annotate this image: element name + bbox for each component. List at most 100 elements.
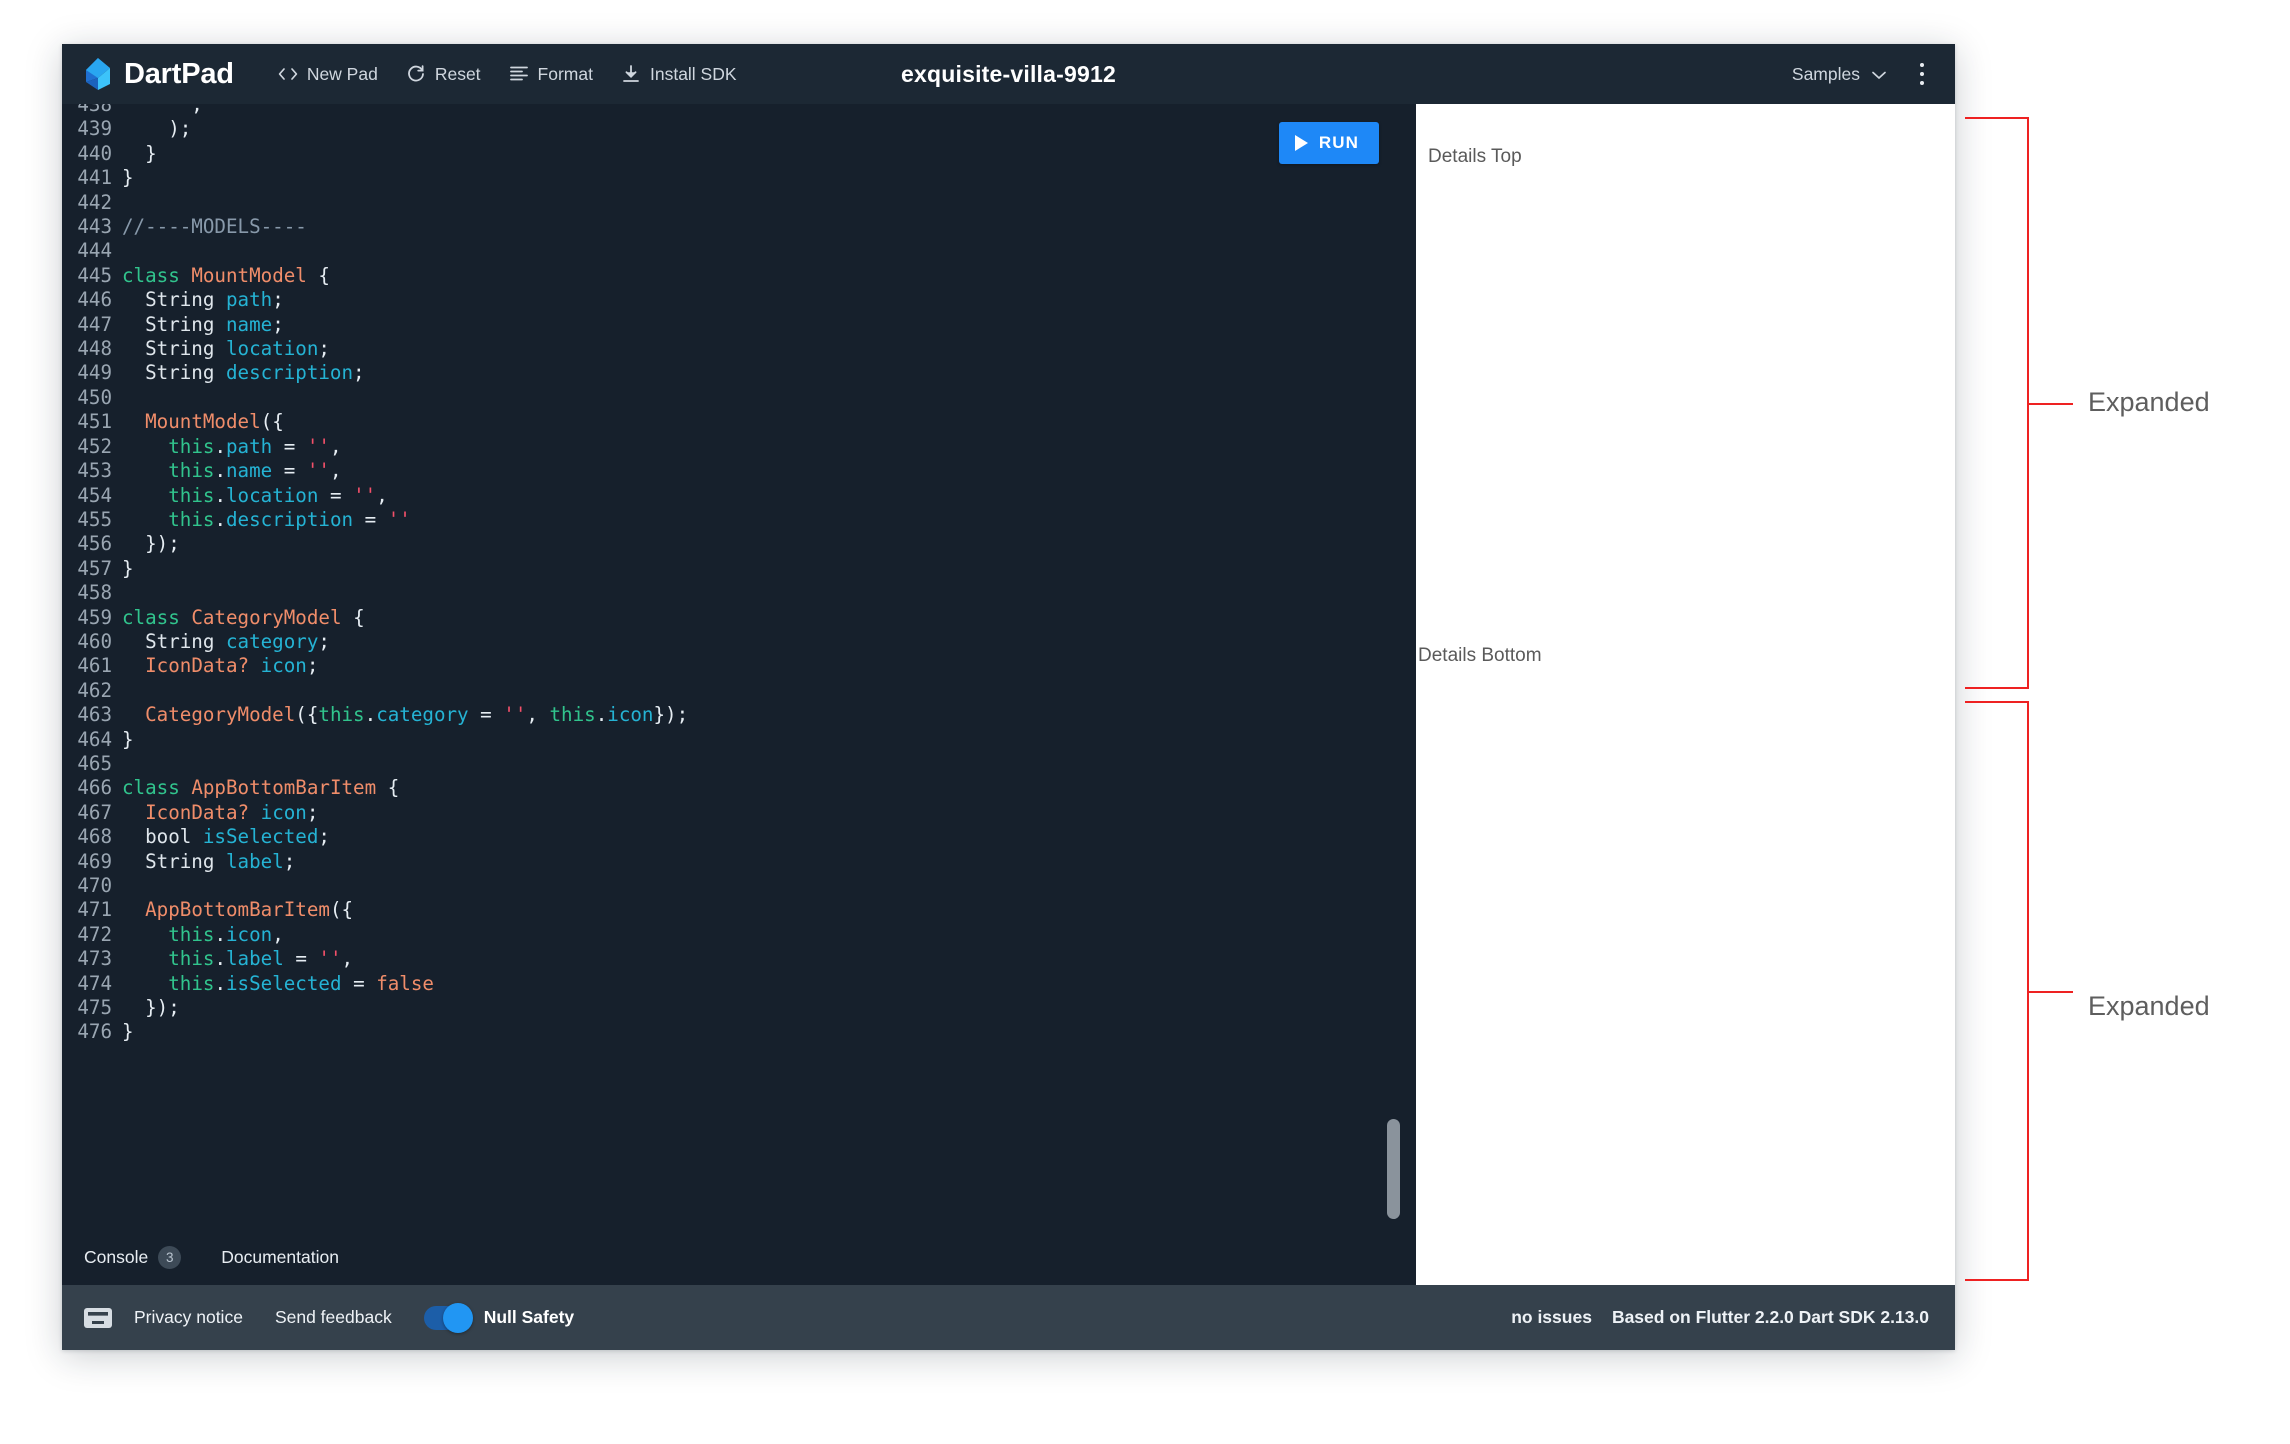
annotation-label-expanded-bottom: Expanded bbox=[2088, 991, 2210, 1021]
code-token: . bbox=[214, 483, 226, 507]
code-token: ({ bbox=[329, 898, 354, 922]
refresh-icon bbox=[406, 64, 426, 84]
code-line-text: this.description = '' bbox=[122, 508, 411, 532]
code-token: , bbox=[526, 703, 550, 727]
brand-title: DartPad bbox=[124, 57, 234, 90]
header-right-group: Samples bbox=[1778, 44, 1939, 104]
bracket-stem bbox=[2027, 991, 2073, 993]
code-line: 464} bbox=[62, 728, 1413, 752]
line-number: 467 bbox=[77, 800, 112, 824]
send-feedback-link[interactable]: Send feedback bbox=[259, 1307, 408, 1328]
code-line: 465 bbox=[62, 752, 1413, 776]
null-safety-toggle[interactable] bbox=[423, 1302, 473, 1333]
line-number: 438 bbox=[77, 104, 112, 116]
editor-vertical-scrollbar[interactable] bbox=[1387, 1119, 1400, 1219]
line-number: 454 bbox=[77, 483, 112, 507]
code-token: }); bbox=[122, 532, 180, 556]
tab-documentation[interactable]: Documentation bbox=[201, 1229, 359, 1285]
line-number: 464 bbox=[77, 727, 112, 751]
run-button[interactable]: RUN bbox=[1278, 122, 1379, 164]
code-token: ({ bbox=[260, 410, 284, 434]
code-token: this bbox=[168, 434, 215, 458]
code-line: 450 bbox=[62, 386, 1413, 410]
details-top-label: Details Top bbox=[1428, 146, 1522, 167]
line-number: 473 bbox=[77, 947, 112, 971]
code-token: } bbox=[122, 1020, 134, 1044]
code-line: 449 String description; bbox=[62, 361, 1413, 385]
code-token: '' bbox=[306, 459, 330, 483]
code-token: } bbox=[122, 166, 134, 190]
new-pad-button[interactable]: New Pad bbox=[264, 58, 392, 91]
code-token: this bbox=[168, 483, 215, 507]
code-token: this bbox=[168, 922, 215, 946]
code-token: = bbox=[468, 703, 504, 727]
code-token: { bbox=[341, 605, 365, 629]
code-line-text: this.location = '', bbox=[122, 484, 388, 508]
code-token: this bbox=[168, 971, 215, 995]
reset-button[interactable]: Reset bbox=[392, 58, 495, 91]
code-line-text: String category; bbox=[122, 630, 330, 654]
status-bar-right: no issues Based on Flutter 2.2.0 Dart SD… bbox=[1511, 1307, 1929, 1328]
code-line-text: , bbox=[122, 104, 203, 117]
issues-status: no issues bbox=[1511, 1307, 1592, 1327]
kebab-menu-icon[interactable] bbox=[1905, 57, 1939, 91]
tab-console[interactable]: Console 3 bbox=[62, 1229, 201, 1285]
code-token: IconData? bbox=[145, 800, 250, 824]
code-token: this bbox=[168, 947, 215, 971]
code-editor[interactable]: 438 , 439 ); 440 } 441} 442 443//----MODELS--… bbox=[62, 104, 1413, 1285]
line-number: 468 bbox=[77, 825, 112, 849]
line-number: 447 bbox=[77, 312, 112, 336]
code-line-text: String path; bbox=[122, 288, 284, 312]
line-number: 471 bbox=[77, 898, 112, 922]
code-line-text: ); bbox=[122, 117, 191, 141]
keyboard-icon[interactable] bbox=[84, 1307, 112, 1328]
code-token: ; bbox=[318, 337, 330, 361]
format-button[interactable]: Format bbox=[495, 58, 607, 91]
code-token: icon bbox=[607, 703, 654, 727]
line-number: 445 bbox=[77, 263, 112, 287]
header-left-group: DartPad New Pad Reset Format Install SDK bbox=[62, 58, 751, 91]
code-line-text: } bbox=[122, 142, 157, 166]
code-token: String bbox=[122, 849, 226, 873]
code-token: this bbox=[168, 507, 215, 531]
code-line: 439 ); bbox=[62, 117, 1413, 141]
line-number: 470 bbox=[77, 874, 112, 897]
code-line: 466 class AppBottomBarItem { bbox=[62, 776, 1413, 800]
console-issue-count: 3 bbox=[158, 1245, 182, 1269]
code-token: '' bbox=[387, 507, 411, 531]
code-token: ; bbox=[306, 654, 319, 678]
code-token: MountModel bbox=[145, 410, 261, 434]
code-line-text: CategoryModel({this.category = '', this.… bbox=[122, 703, 688, 727]
code-token: String bbox=[122, 629, 226, 653]
code-token: name bbox=[225, 312, 273, 336]
line-number: 460 bbox=[77, 629, 112, 653]
code-token: path bbox=[226, 434, 273, 458]
code-line: 446 String path; bbox=[62, 288, 1413, 312]
line-number: 449 bbox=[77, 361, 112, 385]
code-token: String bbox=[122, 337, 226, 361]
code-token: ({ bbox=[295, 703, 319, 727]
line-number: 444 bbox=[77, 239, 112, 263]
install-sdk-button[interactable]: Install SDK bbox=[607, 58, 751, 91]
code-line: 472 this.icon, bbox=[62, 923, 1413, 947]
code-line: 451 MountModel({ bbox=[62, 410, 1413, 434]
line-number: 452 bbox=[77, 434, 112, 458]
samples-dropdown[interactable]: Samples bbox=[1778, 56, 1901, 93]
line-number: 457 bbox=[77, 556, 112, 580]
console-tab-bar: Console 3 Documentation bbox=[62, 1229, 1413, 1285]
code-line-text: this.path = '', bbox=[122, 434, 341, 459]
code-token: , bbox=[272, 922, 284, 946]
download-icon bbox=[621, 64, 641, 84]
chevron-down-icon bbox=[1871, 64, 1887, 85]
code-line-text: class MountModel { bbox=[122, 264, 330, 288]
privacy-notice-link[interactable]: Privacy notice bbox=[118, 1307, 259, 1328]
code-token: , bbox=[376, 483, 388, 507]
install-sdk-label: Install SDK bbox=[649, 63, 737, 84]
code-token: class bbox=[122, 605, 180, 629]
code-token: = bbox=[283, 947, 319, 971]
line-number: 455 bbox=[77, 507, 112, 531]
